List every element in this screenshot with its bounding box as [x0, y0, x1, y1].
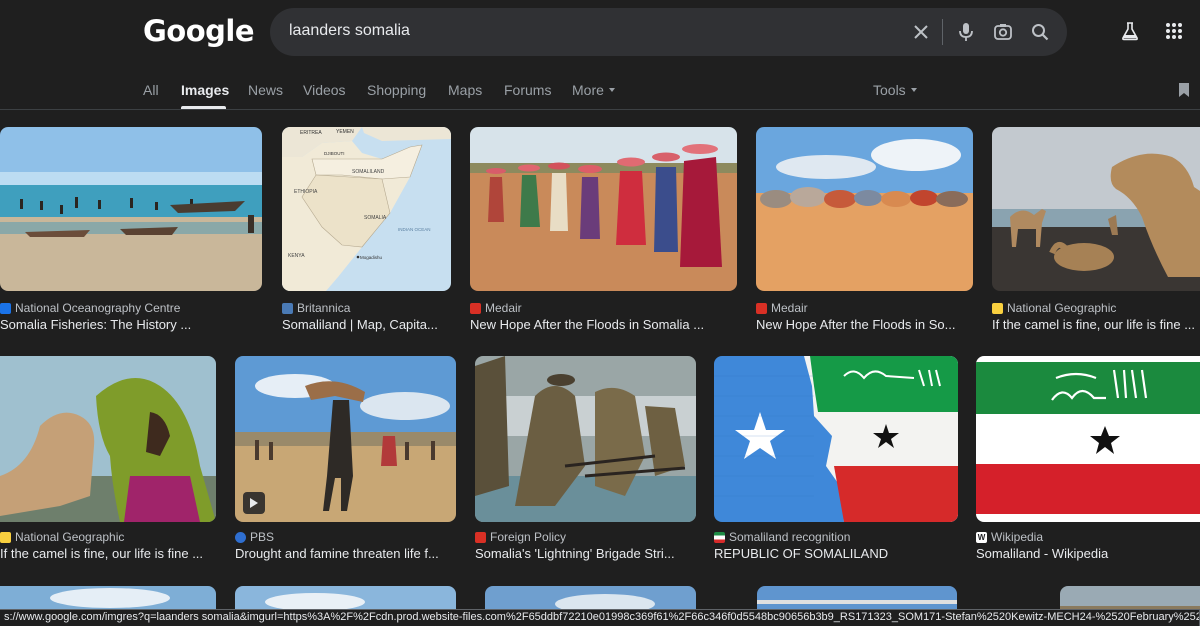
microphone-icon[interactable]: [952, 18, 980, 46]
result-title[interactable]: Drought and famine threaten life f...: [235, 546, 456, 561]
labs-flask-icon[interactable]: [1116, 17, 1144, 45]
source-label: Medair: [485, 301, 522, 315]
tools-label: Tools: [873, 82, 906, 98]
image-result[interactable]: W Wikipedia Somaliland - Wikipedia: [976, 356, 1200, 566]
google-logo[interactable]: Google: [143, 14, 255, 48]
map-label-mogadishu: Mogadishu: [360, 255, 383, 260]
result-thumbnail[interactable]: [992, 127, 1200, 291]
source-favicon-icon: [992, 302, 1003, 314]
result-title[interactable]: Somaliland - Wikipedia: [976, 546, 1200, 561]
tab-shopping[interactable]: Shopping: [367, 82, 426, 98]
source-favicon-icon: [282, 302, 293, 314]
source-favicon-icon: [714, 531, 725, 543]
source-favicon-icon: [0, 302, 11, 314]
tab-more-label: More: [572, 82, 604, 98]
tab-more[interactable]: More: [572, 82, 615, 98]
result-source: W Wikipedia: [976, 530, 1043, 544]
result-source: Britannica: [282, 301, 350, 315]
result-source: National Oceanography Centre: [0, 301, 180, 315]
result-title[interactable]: If the camel is fine, our life is fine .…: [992, 317, 1200, 332]
source-favicon-icon: [470, 302, 481, 314]
result-title[interactable]: Somaliland | Map, Capita...: [282, 317, 451, 332]
map-label-kenya: KENYA: [288, 253, 305, 259]
result-source: National Geographic: [992, 301, 1116, 315]
map-label-ethiopia: ETHIOPIA: [294, 189, 318, 195]
source-label: National Geographic: [15, 530, 125, 544]
source-favicon-icon: [475, 531, 486, 543]
chevron-down-icon: [608, 88, 615, 93]
result-source: Medair: [470, 301, 522, 315]
video-play-icon: [243, 492, 265, 514]
tools-button[interactable]: Tools: [873, 82, 917, 98]
result-thumbnail[interactable]: ERITREA YEMEN DJIBOUTI SOMALILAND ETHIOP…: [282, 127, 451, 291]
wikipedia-w-icon: W: [976, 531, 987, 543]
image-result[interactable]: National Geographic If the camel is fine…: [992, 127, 1200, 337]
result-title[interactable]: New Hope After the Floods in Somalia ...: [470, 317, 737, 332]
image-result[interactable]: National Oceanography Centre Somalia Fis…: [0, 127, 262, 337]
result-title[interactable]: If the camel is fine, our life is fine .…: [0, 546, 216, 561]
tab-maps[interactable]: Maps: [448, 82, 482, 98]
source-label: Foreign Policy: [490, 530, 567, 544]
image-result[interactable]: Medair New Hope After the Floods in So..…: [756, 127, 973, 337]
result-source: National Geographic: [0, 530, 124, 544]
map-label-eritrea: ERITREA: [300, 130, 322, 136]
map-label-somalia: SOMALIA: [364, 215, 387, 221]
search-box[interactable]: laanders somalia: [270, 8, 1067, 56]
clear-icon[interactable]: [907, 18, 935, 46]
map-label-djibouti: DJIBOUTI: [324, 151, 345, 156]
source-label: National Geographic: [1007, 301, 1117, 315]
source-label: Medair: [771, 301, 808, 315]
image-result[interactable]: Somaliland recognition REPUBLIC OF SOMAL…: [714, 356, 958, 566]
search-input[interactable]: laanders somalia: [289, 22, 410, 40]
result-thumbnail[interactable]: [0, 127, 262, 291]
result-thumbnail[interactable]: [976, 356, 1200, 522]
source-label: National Oceanography Centre: [15, 301, 181, 315]
tab-forums[interactable]: Forums: [504, 82, 551, 98]
apps-grid-icon[interactable]: [1160, 17, 1188, 45]
result-thumbnail[interactable]: [714, 356, 958, 522]
source-label: Somaliland recognition: [729, 530, 851, 544]
map-label-indian-ocean: INDIAN OCEAN: [398, 227, 431, 232]
result-thumbnail[interactable]: [235, 356, 456, 522]
source-favicon-icon: [0, 531, 11, 543]
search-divider: [942, 19, 943, 45]
map-label-somaliland: SOMALILAND: [352, 169, 385, 175]
tab-news[interactable]: News: [248, 82, 283, 98]
search-icon[interactable]: [1026, 18, 1054, 46]
result-title[interactable]: Somalia's 'Lightning' Brigade Stri...: [475, 546, 696, 561]
tab-images[interactable]: Images: [181, 82, 229, 98]
result-source: Medair: [756, 301, 808, 315]
image-result[interactable]: ERITREA YEMEN DJIBOUTI SOMALILAND ETHIOP…: [282, 127, 451, 337]
image-result[interactable]: Foreign Policy Somalia's 'Lightning' Bri…: [475, 356, 696, 566]
saved-bookmark-icon[interactable]: [1170, 76, 1198, 104]
result-source: PBS: [235, 530, 274, 544]
image-result[interactable]: Medair New Hope After the Floods in Soma…: [470, 127, 737, 337]
chevron-down-icon: [910, 88, 917, 93]
result-source: Foreign Policy: [475, 530, 566, 544]
source-label: PBS: [250, 530, 275, 544]
tab-all[interactable]: All: [143, 82, 159, 98]
tabs-divider: [0, 109, 1200, 110]
source-label: Britannica: [297, 301, 351, 315]
source-favicon-icon: [235, 531, 246, 543]
result-thumbnail[interactable]: [475, 356, 696, 522]
result-title[interactable]: Somalia Fisheries: The History ...: [0, 317, 262, 332]
result-title[interactable]: REPUBLIC OF SOMALILAND: [714, 546, 958, 561]
result-thumbnail[interactable]: [470, 127, 737, 291]
result-thumbnail[interactable]: [0, 356, 216, 522]
image-result[interactable]: PBS Drought and famine threaten life f..…: [235, 356, 456, 566]
image-result[interactable]: National Geographic If the camel is fine…: [0, 356, 216, 566]
result-thumbnail[interactable]: [756, 127, 973, 291]
link-status-bar: s://www.google.com/imgres?q=laanders som…: [0, 609, 1200, 626]
result-title[interactable]: New Hope After the Floods in So...: [756, 317, 973, 332]
source-label: Wikipedia: [991, 530, 1044, 544]
source-favicon-icon: [756, 302, 767, 314]
search-tabs: All Images News Videos Shopping Maps For…: [0, 78, 1200, 109]
lens-camera-icon[interactable]: [989, 18, 1017, 46]
tab-videos[interactable]: Videos: [303, 82, 346, 98]
result-source: Somaliland recognition: [714, 530, 850, 544]
map-label-yemen: YEMEN: [336, 129, 354, 135]
